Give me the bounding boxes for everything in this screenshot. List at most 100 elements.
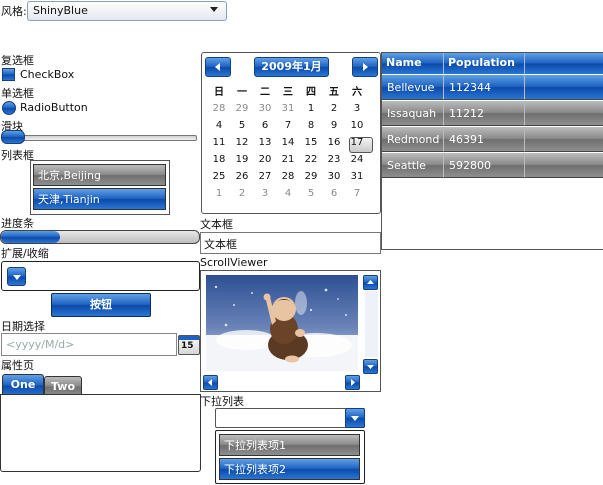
calendar-icon[interactable]: 15 — [178, 335, 200, 355]
progress-bar — [0, 230, 200, 244]
calendar-day[interactable]: 14 — [277, 137, 299, 148]
dropdown-item[interactable]: 下拉列表项1 — [219, 434, 360, 456]
grid-cell[interactable]: 112344 — [444, 75, 525, 100]
calendar-day[interactable]: 10 — [346, 120, 368, 131]
calendar-day[interactable]: 5 — [231, 120, 253, 131]
calendar-day[interactable]: 31 — [277, 103, 299, 114]
text-input[interactable]: 文本框 — [200, 232, 381, 254]
slider-track[interactable] — [2, 135, 197, 141]
grid-header-population[interactable]: Population — [444, 53, 525, 74]
dropdown-toggle-button[interactable] — [345, 408, 365, 428]
scroll-viewer[interactable] — [200, 270, 381, 392]
datepicker-label: 日期选择 — [1, 320, 45, 333]
calendar-day[interactable]: 29 — [231, 103, 253, 114]
calendar-day[interactable]: 25 — [208, 171, 230, 182]
scroll-up-button[interactable] — [363, 275, 378, 290]
calendar-weekday: 三 — [283, 87, 293, 98]
calendar-day[interactable]: 5 — [300, 188, 322, 199]
calendar-day[interactable]: 3 — [254, 188, 276, 199]
listbox-item[interactable]: 北京,Beijing — [33, 164, 166, 186]
calendar-day[interactable]: 4 — [208, 120, 230, 131]
calendar-day[interactable]: 2 — [323, 103, 345, 114]
calendar-day[interactable]: 21 — [277, 154, 299, 165]
dropdown-item-selected[interactable]: 下拉列表项2 — [219, 458, 360, 480]
grid-header-name[interactable]: Name — [382, 53, 444, 74]
calendar-day[interactable]: 1 — [300, 103, 322, 114]
grid-filler-cell[interactable] — [525, 101, 603, 126]
grid-filler-cell[interactable] — [525, 127, 603, 152]
calendar-day[interactable]: 2 — [231, 188, 253, 199]
calendar-day[interactable]: 12 — [231, 137, 253, 148]
calendar-day[interactable]: 6 — [323, 188, 345, 199]
calendar-day[interactable]: 11 — [208, 137, 230, 148]
scroll-left-button[interactable] — [203, 375, 218, 390]
progress-fill — [1, 231, 61, 243]
calendar-day[interactable]: 26 — [231, 171, 253, 182]
calendar-day[interactable]: 17 — [346, 137, 368, 148]
calendar-day[interactable]: 4 — [277, 188, 299, 199]
calendar-day[interactable]: 7 — [277, 120, 299, 131]
radio-button[interactable] — [2, 101, 16, 115]
primary-button[interactable]: 按钮 — [51, 293, 151, 317]
grid-filler-cell[interactable] — [525, 153, 603, 178]
grid-cell[interactable]: Bellevue — [382, 75, 444, 100]
baby-photo — [206, 275, 358, 371]
slider-thumb[interactable] — [1, 130, 25, 144]
calendar-day[interactable]: 31 — [346, 171, 368, 182]
calendar-day[interactable]: 20 — [254, 154, 276, 165]
grid-cell[interactable]: Redmond — [382, 127, 444, 152]
calendar-day[interactable]: 22 — [300, 154, 322, 165]
calendar-day[interactable]: 8 — [300, 120, 322, 131]
calendar-prev-button[interactable] — [205, 57, 231, 77]
calendar-day[interactable]: 28 — [277, 171, 299, 182]
grid-filler-cell[interactable] — [525, 75, 603, 100]
grid-cell[interactable]: 11212 — [444, 101, 525, 126]
data-grid: Name Population Bellevue 112344 Issaquah 11… — [381, 52, 603, 250]
checkbox-section-label: 复选框 — [1, 54, 34, 67]
calendar-day[interactable]: 30 — [254, 103, 276, 114]
scroll-down-button[interactable] — [363, 359, 378, 374]
calendar-day[interactable]: 1 — [208, 188, 230, 199]
calendar-day[interactable]: 18 — [208, 154, 230, 165]
checkbox[interactable] — [2, 68, 15, 81]
calendar-day[interactable]: 30 — [323, 171, 345, 182]
calendar-day[interactable]: 9 — [323, 120, 345, 131]
expand-toggle-button[interactable] — [7, 267, 26, 286]
tab-one[interactable]: One — [2, 374, 44, 396]
calendar-day[interactable]: 16 — [323, 137, 345, 148]
listbox-item-selected[interactable]: 天津,Tianjin — [33, 188, 166, 210]
dropdown-combobox[interactable] — [215, 408, 365, 428]
grid-cell[interactable]: 592800 — [444, 153, 525, 178]
style-combobox[interactable]: ShinyBlue — [27, 1, 227, 21]
calendar-day[interactable]: 24 — [346, 154, 368, 165]
date-input[interactable]: <yyyy/M/d> — [1, 333, 177, 356]
calendar-day[interactable]: 19 — [231, 154, 253, 165]
checkbox-text: CheckBox — [20, 68, 75, 81]
grid-cell[interactable]: Issaquah — [382, 101, 444, 126]
calendar-next-button[interactable] — [352, 57, 378, 77]
calendar-day[interactable]: 13 — [254, 137, 276, 148]
calendar-day[interactable]: 28 — [208, 103, 230, 114]
calendar-day[interactable]: 29 — [300, 171, 322, 182]
listbox[interactable]: 北京,Beijing 天津,Tianjin — [30, 160, 170, 215]
grid-cell[interactable]: 46391 — [444, 127, 525, 152]
chevron-right-icon — [351, 379, 355, 386]
grid-cell[interactable]: Seattle — [382, 153, 444, 178]
calendar-day[interactable]: 7 — [346, 188, 368, 199]
calendar-title[interactable]: 2009年1月 — [254, 57, 329, 77]
calendar-weekday: 六 — [352, 87, 362, 98]
textbox-label: 文本框 — [200, 218, 233, 231]
scroll-right-button[interactable] — [345, 375, 360, 390]
radio-text: RadioButton — [20, 101, 88, 114]
chevron-left-icon — [215, 63, 220, 71]
calendar-day[interactable]: 6 — [254, 120, 276, 131]
calendar-day[interactable]: 23 — [323, 154, 345, 165]
dropdown-label: 下拉列表 — [200, 395, 244, 408]
calendar-day[interactable]: 27 — [254, 171, 276, 182]
tab-two[interactable]: Two — [44, 376, 82, 396]
vertical-scrollbar-track[interactable] — [365, 291, 378, 357]
chevron-down-icon — [367, 365, 374, 369]
calendar-day[interactable]: 15 — [300, 137, 322, 148]
calendar-weekday: 五 — [329, 87, 339, 98]
calendar-day[interactable]: 3 — [346, 103, 368, 114]
